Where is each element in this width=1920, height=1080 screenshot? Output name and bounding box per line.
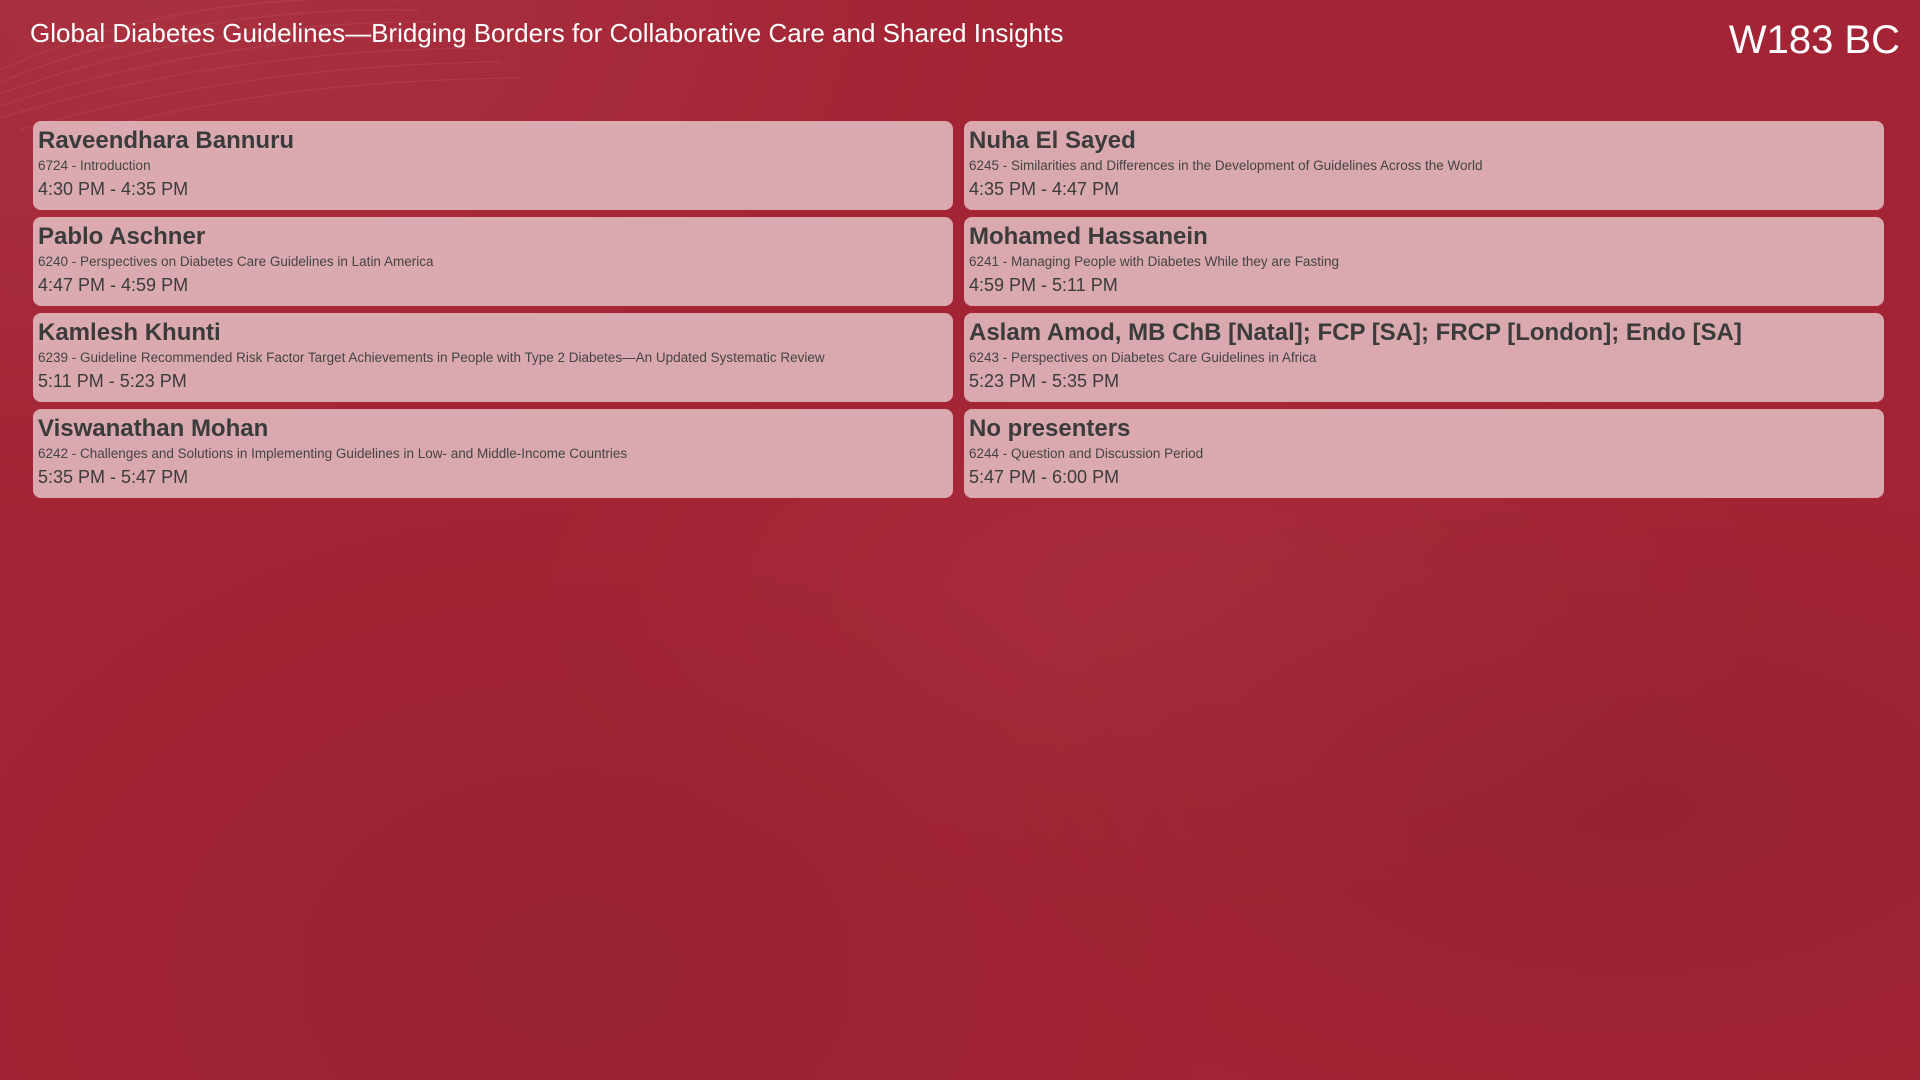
talk-title: 6243 - Perspectives on Diabetes Care Gui…: [969, 350, 1317, 365]
room-label: W183 BC: [1728, 18, 1900, 62]
schedule-card: Pablo Aschner 6240 - Perspectives on Dia…: [33, 217, 953, 306]
talk-title: 6239 - Guideline Recommended Risk Factor…: [38, 350, 825, 365]
schedule-card: Aslam Amod, MB ChB [Natal]; FCP [SA]; FR…: [964, 313, 1884, 402]
schedule-card: Viswanathan Mohan 6242 - Challenges and …: [33, 409, 953, 498]
schedule-card: Raveendhara Bannuru 6724 - Introduction …: [33, 121, 953, 210]
talk-title: 6241 - Managing People with Diabetes Whi…: [969, 254, 1339, 269]
time-slot: 5:23 PM - 5:35 PM: [969, 371, 1120, 391]
presenter-name: No presenters: [969, 415, 1131, 442]
time-slot: 5:47 PM - 6:00 PM: [969, 467, 1120, 487]
presenter-name: Mohamed Hassanein: [969, 223, 1208, 250]
time-slot: 4:30 PM - 4:35 PM: [38, 179, 189, 199]
presenter-name: Pablo Aschner: [38, 223, 206, 250]
time-slot: 5:11 PM - 5:23 PM: [38, 371, 187, 391]
presenter-name: Kamlesh Khunti: [38, 319, 221, 346]
presenter-name: Nuha El Sayed: [969, 127, 1136, 154]
time-slot: 4:47 PM - 4:59 PM: [38, 275, 189, 295]
talk-title: 6245 - Similarities and Differences in t…: [969, 158, 1483, 173]
schedule-grid: Raveendhara Bannuru 6724 - Introduction …: [33, 121, 1884, 498]
talk-title: 6242 - Challenges and Solutions in Imple…: [38, 446, 628, 461]
time-slot: 5:35 PM - 5:47 PM: [38, 467, 189, 487]
talk-title: 6244 - Question and Discussion Period: [969, 446, 1204, 461]
presenter-name: Viswanathan Mohan: [38, 415, 269, 442]
presenter-name: Aslam Amod, MB ChB [Natal]; FCP [SA]; FR…: [969, 319, 1742, 346]
header-bar: Global Diabetes Guidelines—Bridging Bord…: [0, 0, 1920, 110]
schedule-card: No presenters 6244 - Question and Discus…: [964, 409, 1884, 498]
schedule-card: Mohamed Hassanein 6241 - Managing People…: [964, 217, 1884, 306]
talk-title: 6240 - Perspectives on Diabetes Care Gui…: [38, 254, 434, 269]
schedule-card: Kamlesh Khunti 6239 - Guideline Recommen…: [33, 313, 953, 402]
time-slot: 4:59 PM - 5:11 PM: [969, 275, 1118, 295]
talk-title: 6724 - Introduction: [38, 158, 151, 173]
presenter-name: Raveendhara Bannuru: [38, 127, 295, 154]
time-slot: 4:35 PM - 4:47 PM: [969, 179, 1120, 199]
schedule-card: Nuha El Sayed 6245 - Similarities and Di…: [964, 121, 1884, 210]
session-title: Global Diabetes Guidelines—Bridging Bord…: [30, 18, 1064, 48]
